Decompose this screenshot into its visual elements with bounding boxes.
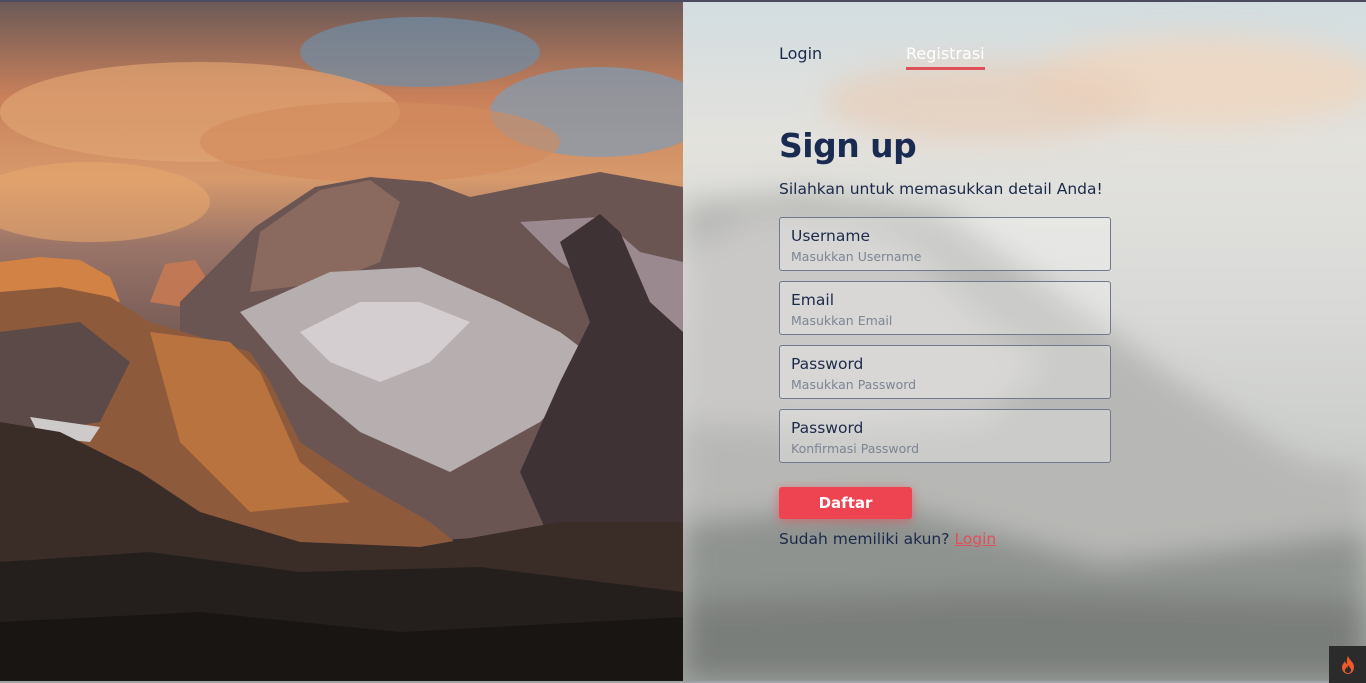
flame-icon — [1341, 655, 1354, 674]
login-link[interactable]: Login — [954, 530, 996, 548]
confirm-password-field[interactable]: Password Konfirmasi Password — [779, 409, 1111, 463]
password-input[interactable]: Masukkan Password — [791, 375, 1099, 395]
auth-tabs: Login Registrasi — [779, 44, 1119, 74]
daftar-button[interactable]: Daftar — [779, 487, 912, 519]
confirm-password-label: Password — [791, 419, 864, 437]
page-title: Sign up — [779, 126, 917, 165]
password-field[interactable]: Password Masukkan Password — [779, 345, 1111, 399]
tab-registrasi[interactable]: Registrasi — [906, 44, 985, 70]
login-prompt-text: Sudah memiliki akun? — [779, 530, 950, 548]
email-input[interactable]: Masukkan Email — [791, 311, 1099, 331]
signup-panel: Login Registrasi Sign up Silahkan untuk … — [683, 2, 1366, 681]
username-input[interactable]: Masukkan Username — [791, 247, 1099, 267]
password-label: Password — [791, 355, 864, 373]
email-field[interactable]: Email Masukkan Email — [779, 281, 1111, 335]
tab-login[interactable]: Login — [779, 44, 822, 67]
top-border — [0, 0, 1366, 2]
corner-badge[interactable] — [1329, 646, 1366, 683]
email-label: Email — [791, 291, 835, 309]
username-label: Username — [791, 227, 871, 245]
page-subtitle: Silahkan untuk memasukkan detail Anda! — [779, 180, 1103, 198]
login-prompt: Sudah memiliki akun? Login — [779, 530, 996, 548]
confirm-password-input[interactable]: Konfirmasi Password — [791, 439, 1099, 459]
mountain-photo — [0, 2, 683, 681]
username-field[interactable]: Username Masukkan Username — [779, 217, 1111, 271]
